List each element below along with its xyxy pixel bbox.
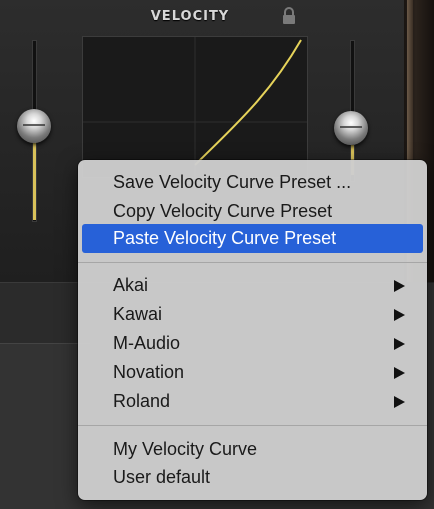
velocity-curve-line bbox=[194, 39, 302, 166]
panel-title: VELOCITY bbox=[150, 9, 230, 24]
velocity-curve-graph bbox=[83, 37, 307, 177]
chevron-right-icon bbox=[394, 396, 405, 408]
chevron-right-icon bbox=[394, 280, 405, 292]
lower-bar bbox=[0, 283, 90, 344]
menu-item-m-audio[interactable]: M-Audio bbox=[82, 329, 423, 358]
menu-item-kawai[interactable]: Kawai bbox=[82, 300, 423, 329]
menu-item-paste-preset[interactable]: Paste Velocity Curve Preset bbox=[82, 224, 423, 253]
chevron-right-icon bbox=[394, 367, 405, 379]
menu-item-label: Save Velocity Curve Preset ... bbox=[113, 172, 352, 192]
lock-icon[interactable] bbox=[282, 7, 296, 25]
menu-item-user-default[interactable]: User default bbox=[82, 463, 423, 492]
menu-item-label: Novation bbox=[113, 362, 185, 382]
menu-item-label: Copy Velocity Curve Preset bbox=[113, 201, 333, 221]
menu-item-roland[interactable]: Roland bbox=[82, 387, 423, 416]
left-slider-fill bbox=[33, 140, 36, 220]
menu-item-save-preset[interactable]: Save Velocity Curve Preset ... bbox=[82, 168, 423, 197]
menu-item-my-velocity-curve[interactable]: My Velocity Curve bbox=[82, 435, 423, 464]
menu-separator bbox=[78, 262, 427, 263]
menu-item-label: My Velocity Curve bbox=[113, 439, 258, 459]
left-slider-knob[interactable] bbox=[17, 109, 51, 143]
menu-item-label: M-Audio bbox=[113, 333, 181, 353]
menu-item-label: Kawai bbox=[113, 304, 163, 324]
menu-item-label: Akai bbox=[113, 275, 149, 295]
menu-item-label: Roland bbox=[113, 391, 171, 411]
menu-item-akai[interactable]: Akai bbox=[82, 271, 423, 300]
velocity-context-menu: Save Velocity Curve Preset ... Copy Velo… bbox=[78, 160, 427, 500]
menu-item-novation[interactable]: Novation bbox=[82, 358, 423, 387]
chevron-right-icon bbox=[394, 338, 405, 350]
menu-item-label: Paste Velocity Curve Preset bbox=[113, 228, 337, 248]
chevron-right-icon bbox=[394, 309, 405, 321]
velocity-curve-display[interactable] bbox=[82, 36, 308, 178]
menu-item-label: User default bbox=[113, 467, 211, 487]
right-slider-knob[interactable] bbox=[334, 111, 368, 145]
menu-separator bbox=[78, 425, 427, 426]
menu-item-copy-preset[interactable]: Copy Velocity Curve Preset bbox=[82, 197, 423, 226]
